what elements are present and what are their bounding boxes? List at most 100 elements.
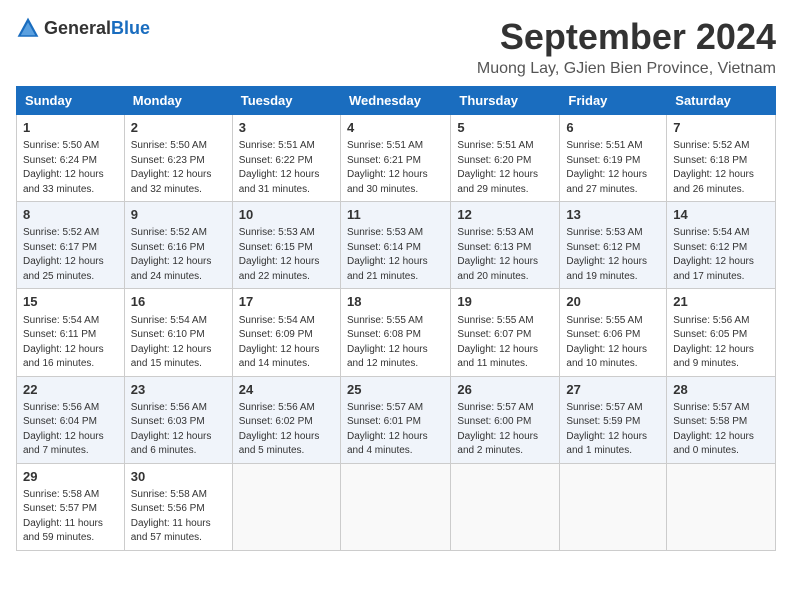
day-info: Sunrise: 5:54 AMSunset: 6:09 PMDaylight:… — [239, 314, 334, 372]
day-number: 23 — [131, 381, 226, 399]
calendar-cell — [451, 463, 560, 550]
day-info: Sunrise: 5:50 AMSunset: 6:24 PMDaylight:… — [23, 139, 118, 197]
day-info: Sunrise: 5:57 AMSunset: 5:58 PMDaylight:… — [673, 401, 769, 459]
day-number: 4 — [347, 119, 444, 137]
day-info: Sunrise: 5:55 AMSunset: 6:08 PMDaylight:… — [347, 314, 444, 372]
calendar-cell: 16 Sunrise: 5:54 AMSunset: 6:10 PMDayligh… — [124, 289, 232, 376]
calendar-cell: 18 Sunrise: 5:55 AMSunset: 6:08 PMDayligh… — [340, 289, 450, 376]
calendar-cell — [340, 463, 450, 550]
day-number: 29 — [23, 468, 118, 486]
calendar-cell: 3 Sunrise: 5:51 AMSunset: 6:22 PMDaylight… — [232, 115, 340, 202]
day-info: Sunrise: 5:53 AMSunset: 6:13 PMDaylight:… — [457, 226, 553, 284]
day-info: Sunrise: 5:55 AMSunset: 6:06 PMDaylight:… — [566, 314, 660, 372]
calendar-cell: 4 Sunrise: 5:51 AMSunset: 6:21 PMDaylight… — [340, 115, 450, 202]
day-number: 27 — [566, 381, 660, 399]
calendar-cell: 12 Sunrise: 5:53 AMSunset: 6:13 PMDayligh… — [451, 202, 560, 289]
location-subtitle: Muong Lay, GJien Bien Province, Vietnam — [477, 60, 776, 78]
calendar-cell: 17 Sunrise: 5:54 AMSunset: 6:09 PMDayligh… — [232, 289, 340, 376]
calendar-cell: 15 Sunrise: 5:54 AMSunset: 6:11 PMDayligh… — [17, 289, 125, 376]
column-header-tuesday: Tuesday — [232, 87, 340, 115]
calendar-cell: 25 Sunrise: 5:57 AMSunset: 6:01 PMDayligh… — [340, 376, 450, 463]
calendar-cell: 9 Sunrise: 5:52 AMSunset: 6:16 PMDaylight… — [124, 202, 232, 289]
day-number: 15 — [23, 293, 118, 311]
day-info: Sunrise: 5:51 AMSunset: 6:21 PMDaylight:… — [347, 139, 444, 197]
calendar-cell: 30 Sunrise: 5:58 AMSunset: 5:56 PMDayligh… — [124, 463, 232, 550]
day-info: Sunrise: 5:52 AMSunset: 6:17 PMDaylight:… — [23, 226, 118, 284]
day-info: Sunrise: 5:56 AMSunset: 6:04 PMDaylight:… — [23, 401, 118, 459]
calendar-cell: 27Sunrise: 5:57 AMSunset: 5:59 PMDayligh… — [560, 376, 667, 463]
day-number: 18 — [347, 293, 444, 311]
page-header: GeneralBlue September 2024 Muong Lay, GJ… — [16, 16, 776, 78]
day-number: 22 — [23, 381, 118, 399]
day-number: 24 — [239, 381, 334, 399]
day-number: 19 — [457, 293, 553, 311]
day-number: 12 — [457, 206, 553, 224]
week-row-5: 29 Sunrise: 5:58 AMSunset: 5:57 PMDayligh… — [17, 463, 776, 550]
day-info: Sunrise: 5:57 AMSunset: 6:01 PMDaylight:… — [347, 401, 444, 459]
day-info: Sunrise: 5:56 AMSunset: 6:03 PMDaylight:… — [131, 401, 226, 459]
column-header-wednesday: Wednesday — [340, 87, 450, 115]
day-info: Sunrise: 5:54 AMSunset: 6:10 PMDaylight:… — [131, 314, 226, 372]
day-number: 17 — [239, 293, 334, 311]
calendar-cell: 24 Sunrise: 5:56 AMSunset: 6:02 PMDayligh… — [232, 376, 340, 463]
day-info: Sunrise: 5:56 AMSunset: 6:02 PMDaylight:… — [239, 401, 334, 459]
day-number: 30 — [131, 468, 226, 486]
title-section: September 2024 Muong Lay, GJien Bien Pro… — [477, 16, 776, 78]
day-number: 6 — [566, 119, 660, 137]
logo-blue: Blue — [111, 18, 150, 38]
day-number: 3 — [239, 119, 334, 137]
day-number: 2 — [131, 119, 226, 137]
calendar-cell: 19 Sunrise: 5:55 AMSunset: 6:07 PMDayligh… — [451, 289, 560, 376]
day-number: 11 — [347, 206, 444, 224]
day-info: Sunrise: 5:55 AMSunset: 6:07 PMDaylight:… — [457, 314, 553, 372]
column-header-sunday: Sunday — [17, 87, 125, 115]
calendar-cell: 21 Sunrise: 5:56 AMSunset: 6:05 PMDayligh… — [667, 289, 776, 376]
calendar-cell: 23 Sunrise: 5:56 AMSunset: 6:03 PMDayligh… — [124, 376, 232, 463]
day-info: Sunrise: 5:52 AMSunset: 6:18 PMDaylight:… — [673, 139, 769, 197]
day-number: 13 — [566, 206, 660, 224]
logo-general: General — [44, 18, 111, 38]
day-number: 16 — [131, 293, 226, 311]
calendar-cell: 29 Sunrise: 5:58 AMSunset: 5:57 PMDayligh… — [17, 463, 125, 550]
calendar-table: SundayMondayTuesdayWednesdayThursdayFrid… — [16, 86, 776, 551]
day-info: Sunrise: 5:56 AMSunset: 6:05 PMDaylight:… — [673, 314, 769, 372]
calendar-cell: 22 Sunrise: 5:56 AMSunset: 6:04 PMDayligh… — [17, 376, 125, 463]
calendar-cell: 7Sunrise: 5:52 AMSunset: 6:18 PMDaylight… — [667, 115, 776, 202]
day-number: 20 — [566, 293, 660, 311]
day-info: Sunrise: 5:58 AMSunset: 5:57 PMDaylight:… — [23, 488, 118, 546]
logo-text: GeneralBlue — [44, 18, 150, 39]
day-info: Sunrise: 5:51 AMSunset: 6:20 PMDaylight:… — [457, 139, 553, 197]
day-info: Sunrise: 5:51 AMSunset: 6:19 PMDaylight:… — [566, 139, 660, 197]
column-header-saturday: Saturday — [667, 87, 776, 115]
logo: GeneralBlue — [16, 16, 150, 40]
week-row-1: 1Sunrise: 5:50 AMSunset: 6:24 PMDaylight… — [17, 115, 776, 202]
week-row-4: 22 Sunrise: 5:56 AMSunset: 6:04 PMDayligh… — [17, 376, 776, 463]
calendar-cell — [560, 463, 667, 550]
calendar-header-row: SundayMondayTuesdayWednesdayThursdayFrid… — [17, 87, 776, 115]
day-info: Sunrise: 5:54 AMSunset: 6:11 PMDaylight:… — [23, 314, 118, 372]
day-info: Sunrise: 5:54 AMSunset: 6:12 PMDaylight:… — [673, 226, 769, 284]
calendar-cell: 13 Sunrise: 5:53 AMSunset: 6:12 PMDayligh… — [560, 202, 667, 289]
day-info: Sunrise: 5:51 AMSunset: 6:22 PMDaylight:… — [239, 139, 334, 197]
column-header-monday: Monday — [124, 87, 232, 115]
day-number: 21 — [673, 293, 769, 311]
day-number: 26 — [457, 381, 553, 399]
day-number: 9 — [131, 206, 226, 224]
column-header-friday: Friday — [560, 87, 667, 115]
day-info: Sunrise: 5:58 AMSunset: 5:56 PMDaylight:… — [131, 488, 226, 546]
day-info: Sunrise: 5:53 AMSunset: 6:12 PMDaylight:… — [566, 226, 660, 284]
week-row-3: 15 Sunrise: 5:54 AMSunset: 6:11 PMDayligh… — [17, 289, 776, 376]
day-info: Sunrise: 5:50 AMSunset: 6:23 PMDaylight:… — [131, 139, 226, 197]
column-header-thursday: Thursday — [451, 87, 560, 115]
day-number: 5 — [457, 119, 553, 137]
calendar-cell: 1Sunrise: 5:50 AMSunset: 6:24 PMDaylight… — [17, 115, 125, 202]
day-info: Sunrise: 5:52 AMSunset: 6:16 PMDaylight:… — [131, 226, 226, 284]
calendar-cell: 6 Sunrise: 5:51 AMSunset: 6:19 PMDaylight… — [560, 115, 667, 202]
week-row-2: 8Sunrise: 5:52 AMSunset: 6:17 PMDaylight… — [17, 202, 776, 289]
day-info: Sunrise: 5:53 AMSunset: 6:15 PMDaylight:… — [239, 226, 334, 284]
day-info: Sunrise: 5:57 AMSunset: 6:00 PMDaylight:… — [457, 401, 553, 459]
calendar-cell: 8Sunrise: 5:52 AMSunset: 6:17 PMDaylight… — [17, 202, 125, 289]
day-number: 14 — [673, 206, 769, 224]
day-number: 25 — [347, 381, 444, 399]
calendar-cell: 10Sunrise: 5:53 AMSunset: 6:15 PMDayligh… — [232, 202, 340, 289]
